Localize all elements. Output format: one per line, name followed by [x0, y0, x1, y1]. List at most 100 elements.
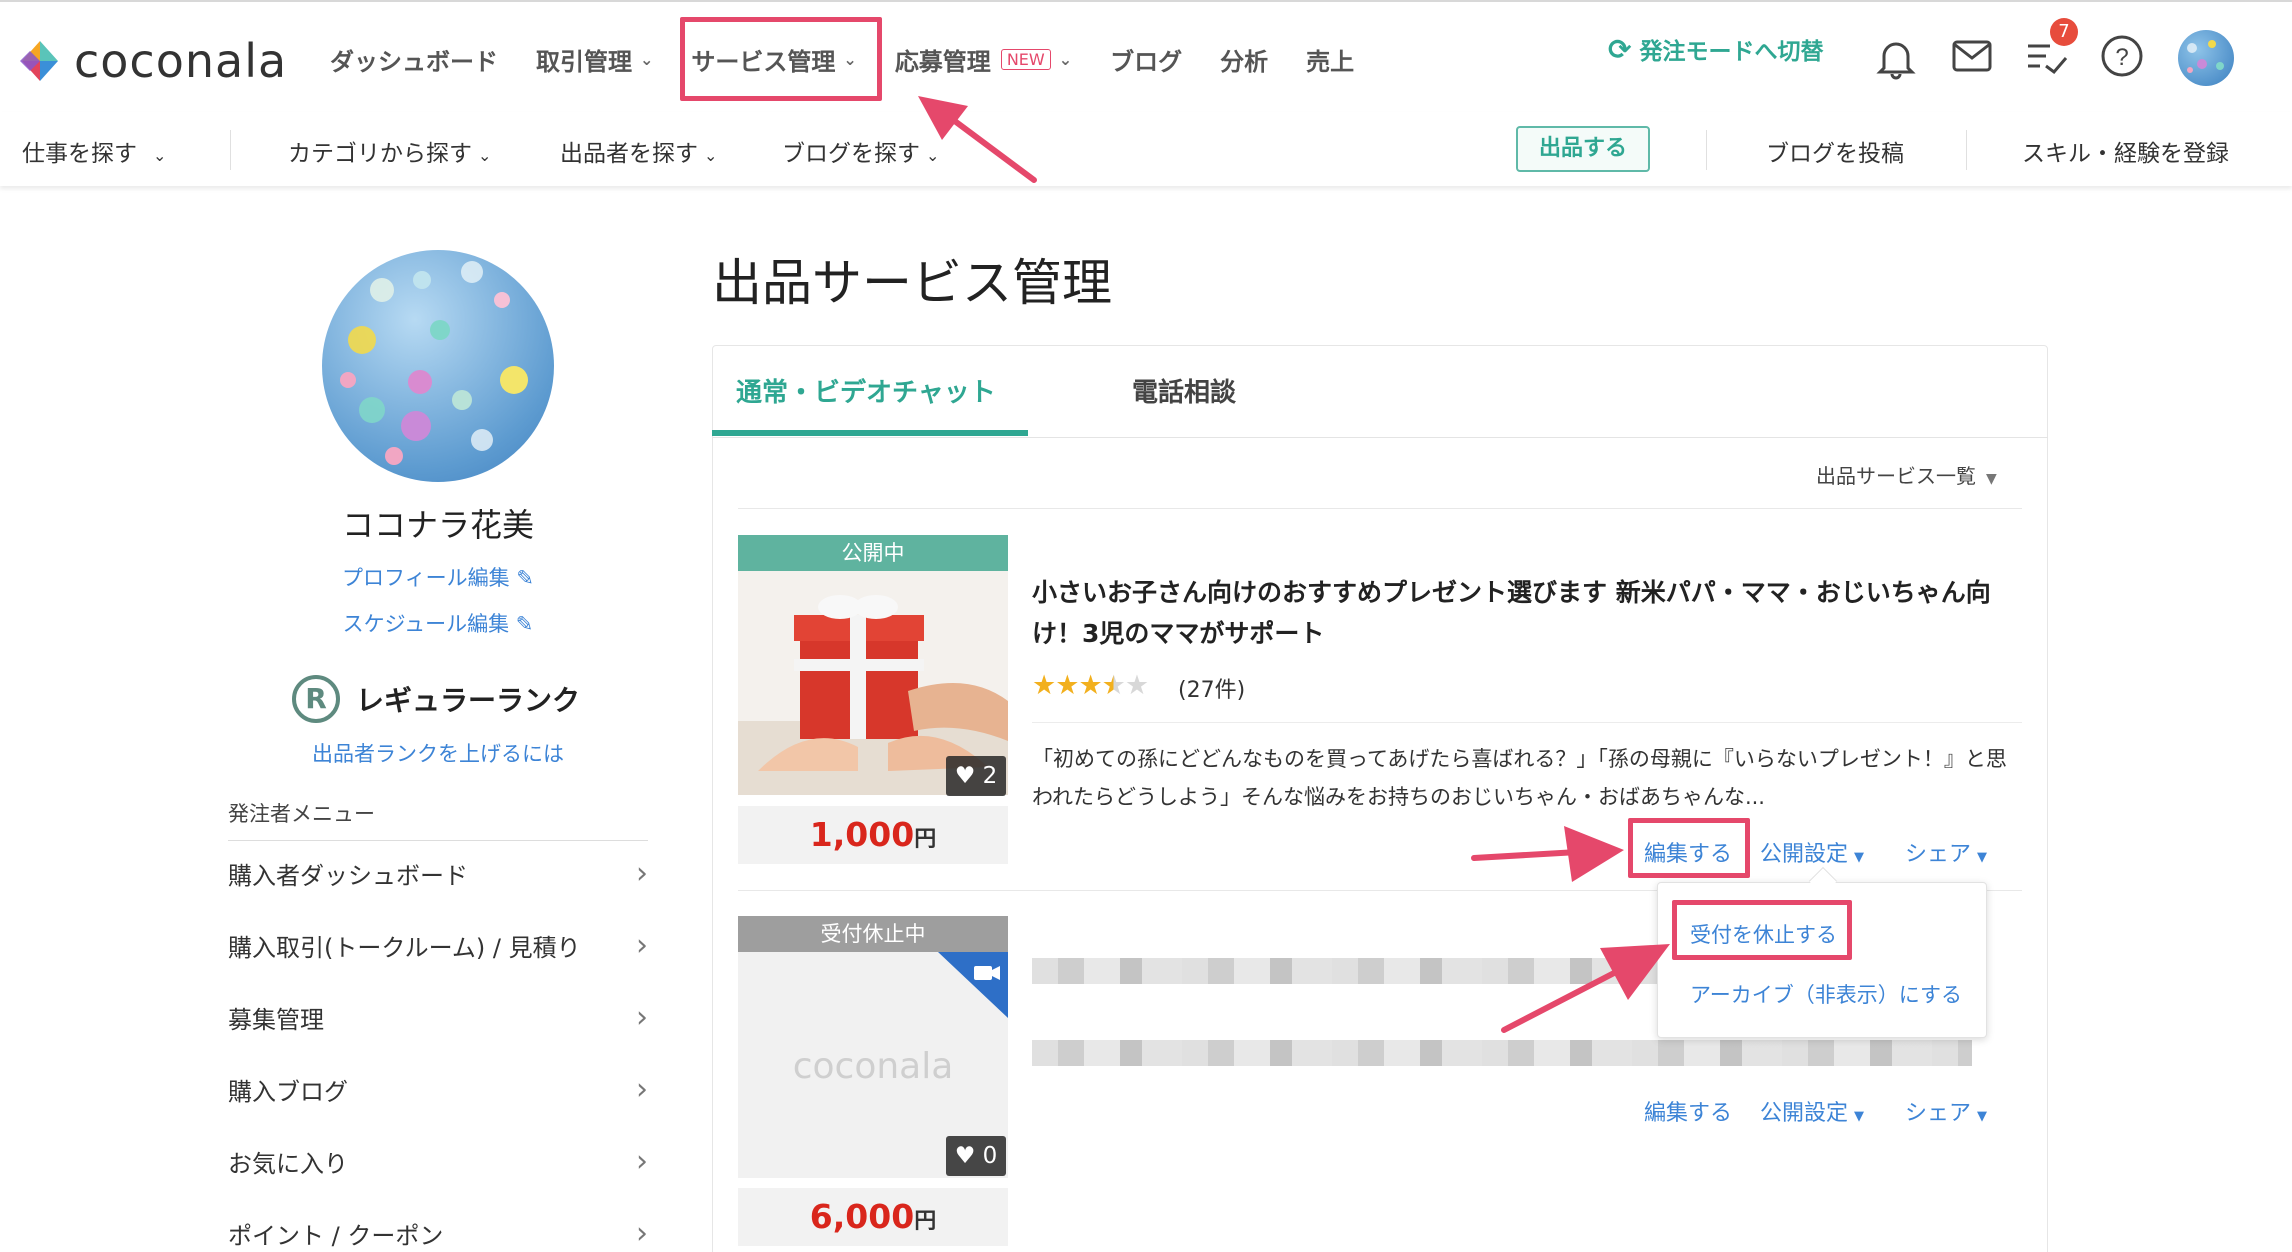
- highlight-services-nav: [680, 17, 882, 101]
- rating-stars: ★★★★★: [1032, 670, 1149, 701]
- price-value: 6,000: [809, 1197, 915, 1236]
- nav-analytics[interactable]: 分析: [1220, 42, 1268, 77]
- help-icon[interactable]: ?: [2100, 34, 2144, 78]
- likes-counter: ♥ 0: [946, 1136, 1006, 1176]
- edit-schedule-link[interactable]: スケジュール編集 ✎: [270, 608, 606, 638]
- rank-label: レギュラーランク: [356, 684, 581, 717]
- archive-option[interactable]: アーカイブ（非表示）にする: [1690, 979, 1962, 1009]
- menu-item-purchased-blogs[interactable]: 購入ブログ ›: [228, 1072, 648, 1107]
- global-header: coconala ダッシュボード 取引管理 ⌄ サービス管理 ⌄ 応募管理 NEW ⌄ …: [0, 0, 2292, 110]
- service-description: 「初めての孫にどどんなものを買ってあげたら喜ばれる？」「孫の母親に『いらないプレ…: [1032, 747, 2007, 809]
- subnav-by-category-label: カテゴリから探す: [288, 141, 472, 167]
- nav-dashboard[interactable]: ダッシュボード: [330, 42, 498, 77]
- publish-settings-label: 公開設定: [1760, 842, 1849, 867]
- menu-item-label: お気に入り: [228, 1150, 348, 1178]
- subnav-by-category[interactable]: カテゴリから探す ⌄: [288, 134, 491, 168]
- subnav-find-sellers[interactable]: 出品者を探す ⌄: [560, 134, 717, 168]
- star-empty-icon: ★: [1124, 670, 1149, 701]
- menu-item-label: 購入ブログ: [228, 1078, 348, 1106]
- heart-icon: ♥: [954, 1143, 976, 1169]
- nav-deals-label: 取引管理: [536, 48, 632, 76]
- edit-icon: ✎: [516, 566, 534, 590]
- status-badge-public: 公開中: [738, 535, 1008, 571]
- menu-item-label: 募集管理: [228, 1006, 324, 1034]
- profile-avatar[interactable]: [322, 250, 554, 482]
- share-button[interactable]: シェア ▼: [1905, 836, 1987, 868]
- menu-item-label: ポイント / クーポン: [228, 1222, 444, 1250]
- switch-mode-button[interactable]: ⟳ 発注モードへ切替: [1608, 32, 1823, 66]
- divider: [1966, 130, 1967, 170]
- logo-text: coconala: [74, 34, 288, 88]
- tab-normal-video[interactable]: 通常・ビデオチャット: [736, 372, 996, 409]
- menu-item-favorites[interactable]: お気に入り ›: [228, 1144, 648, 1179]
- nav-dashboard-label: ダッシュボード: [330, 48, 498, 76]
- nav-blog[interactable]: ブログ: [1110, 42, 1182, 77]
- menu-item-buyer-dashboard[interactable]: 購入者ダッシュボード ›: [228, 856, 648, 891]
- price-unit: 円: [914, 1209, 937, 1234]
- nav-sales[interactable]: 売上: [1306, 42, 1354, 77]
- price-box: 6,000円: [738, 1188, 1008, 1246]
- balloons-image: [340, 261, 528, 465]
- divider: [230, 130, 231, 170]
- publish-settings-button[interactable]: 公開設定 ▼: [1760, 836, 1864, 868]
- edit-icon: ✎: [515, 612, 534, 636]
- subnav-find-work[interactable]: 仕事を探す ⌄: [22, 134, 166, 168]
- subnav-find-sellers-label: 出品者を探す: [560, 141, 698, 167]
- chevron-right-icon: ›: [636, 1216, 648, 1251]
- publish-settings-label: 公開設定: [1760, 1101, 1849, 1126]
- highlight-pause-option: [1672, 900, 1852, 960]
- nav-applications[interactable]: 応募管理 NEW ⌄: [895, 42, 1072, 77]
- price-box: 1,000円: [738, 806, 1008, 864]
- likes-count: 0: [982, 1143, 998, 1169]
- caret-down-icon: ▼: [1854, 1109, 1865, 1124]
- switch-mode-label: 発注モードへ切替: [1639, 39, 1824, 65]
- tab-phone[interactable]: 電話相談: [1132, 372, 1236, 409]
- annotation-arrow-icon: [1501, 944, 1670, 1033]
- edit-profile-label: プロフィール編集: [342, 566, 510, 590]
- chevron-down-icon: ⌄: [704, 146, 718, 165]
- chevron-down-icon: ⌄: [1058, 50, 1073, 69]
- star-full-icon: ★: [1055, 670, 1079, 701]
- bell-icon[interactable]: [1876, 36, 1916, 80]
- chevron-right-icon: ›: [636, 1144, 648, 1179]
- caret-down-icon: ▼: [1977, 1109, 1988, 1124]
- star-full-icon: ★: [1032, 670, 1056, 701]
- chevron-right-icon: ›: [636, 1072, 648, 1107]
- buyer-menu-header: 発注者メニュー: [228, 798, 648, 841]
- menu-item-points[interactable]: ポイント / クーポン ›: [228, 1216, 648, 1251]
- divider: [738, 508, 2022, 509]
- active-tab-indicator: [712, 430, 1028, 436]
- publish-settings-button[interactable]: 公開設定 ▼: [1760, 1095, 1864, 1127]
- service-list-select[interactable]: 出品サービス一覧 ▼: [1816, 460, 1997, 489]
- svg-text:?: ?: [2115, 44, 2128, 71]
- review-count: (27件): [1178, 678, 1246, 703]
- service-title[interactable]: 小さいお子さん向けのおすすめプレゼント選びます 新米パパ・ママ・おじいちゃん向け…: [1032, 572, 2022, 654]
- menu-item-recruit[interactable]: 募集管理 ›: [228, 1000, 648, 1035]
- edit-profile-link[interactable]: プロフィール編集 ✎: [270, 562, 606, 592]
- menu-item-purchases[interactable]: 購入取引(トークルーム) / 見積り ›: [228, 928, 648, 963]
- edit-button[interactable]: 編集する: [1644, 1095, 1732, 1127]
- sell-button[interactable]: 出品する: [1516, 126, 1650, 172]
- nav-blog-label: ブログ: [1110, 48, 1183, 76]
- sub-nav: 仕事を探す ⌄ カテゴリから探す ⌄ 出品者を探す ⌄ ブログを探す ⌄ 出品する ブロ…: [0, 112, 2292, 186]
- user-avatar[interactable]: [2178, 30, 2234, 86]
- tab-divider: [712, 437, 2048, 438]
- register-skills-link[interactable]: スキル・経験を登録: [2022, 134, 2229, 168]
- likes-counter: ♥ 2: [946, 756, 1006, 796]
- nav-sales-label: 売上: [1306, 48, 1355, 76]
- menu-item-label: 購入者ダッシュボード: [228, 862, 468, 890]
- star-half-icon: ★: [1101, 670, 1126, 701]
- share-button[interactable]: シェア ▼: [1905, 1095, 1987, 1127]
- page-title: 出品サービス管理: [712, 254, 1112, 312]
- refresh-icon: ⟳: [1608, 32, 1632, 66]
- divider: [1706, 130, 1707, 170]
- nav-deals[interactable]: 取引管理 ⌄: [536, 42, 653, 77]
- rank-up-link[interactable]: 出品者ランクを上げるには: [270, 738, 606, 768]
- caret-down-icon: ▼: [1854, 850, 1865, 865]
- chevron-right-icon: ›: [636, 856, 648, 891]
- service-list-select-label: 出品サービス一覧: [1816, 464, 1976, 488]
- coconala-logo[interactable]: coconala: [18, 34, 287, 88]
- mail-icon[interactable]: [1952, 40, 1992, 72]
- edit-schedule-label: スケジュール編集: [342, 612, 510, 636]
- post-blog-link[interactable]: ブログを投稿: [1766, 134, 1904, 168]
